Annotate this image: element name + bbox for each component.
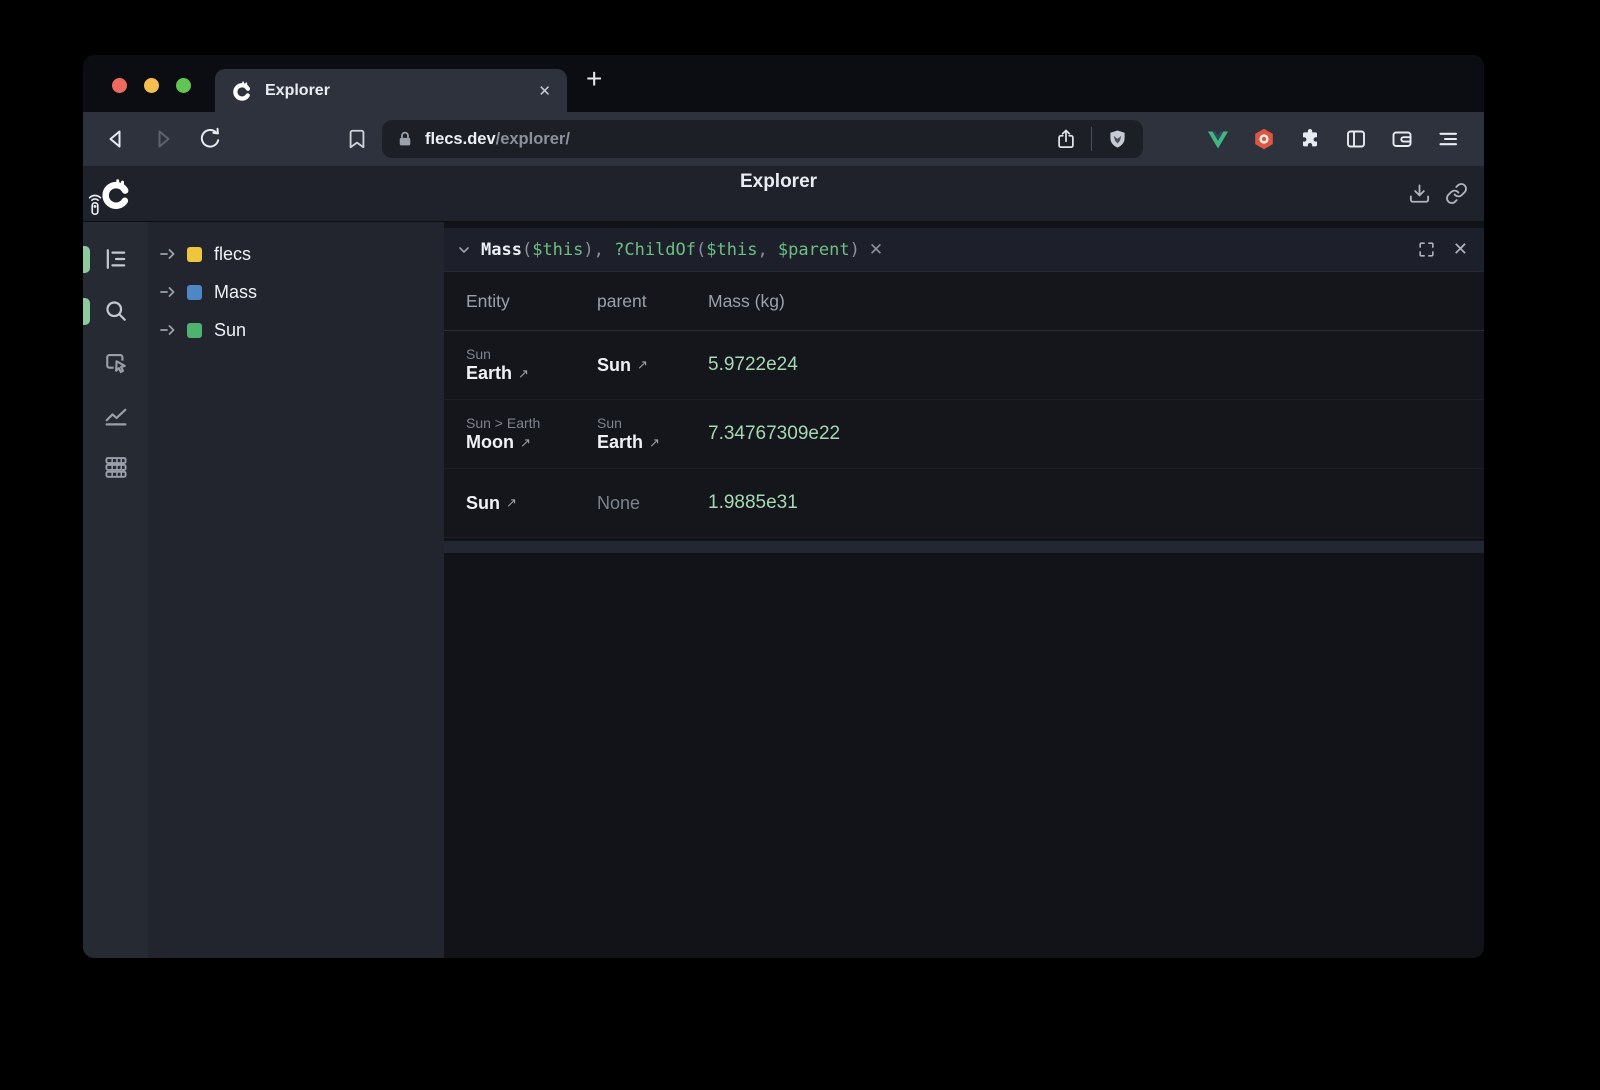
entity-tree-panel: flecs Mass Sun [148, 222, 444, 958]
goto-icon: ↗ [649, 435, 660, 451]
memory-panel-icon[interactable] [101, 452, 131, 482]
explorer-header: Explorer [83, 166, 1484, 222]
toolbar-divider [1091, 127, 1092, 151]
forward-icon[interactable] [148, 124, 178, 154]
browser-tab-explorer[interactable]: Explorer ✕ [215, 69, 567, 112]
goto-icon: ↗ [637, 357, 648, 373]
column-header-mass: Mass (kg) [708, 291, 1484, 312]
search-icon[interactable] [101, 296, 131, 326]
active-panel-indicator-tree [83, 246, 90, 273]
back-icon[interactable] [101, 124, 131, 154]
active-panel-indicator-query [83, 298, 90, 325]
entity-cell: Sun↗ [466, 493, 597, 514]
query-component: Mass [481, 240, 522, 260]
page-title: Explorer [740, 171, 817, 192]
chevron-down-icon[interactable] [456, 242, 472, 258]
goto-icon: ↗ [518, 366, 529, 382]
browser-toolbar: flecs.dev/explorer/ [83, 112, 1484, 166]
expand-arrow-icon[interactable] [160, 324, 178, 336]
browser-window: Explorer ✕ + [83, 55, 1484, 958]
url-host: flecs.dev [425, 130, 496, 149]
entity-link[interactable]: Moon↗ [466, 432, 597, 453]
goto-icon: ↗ [506, 495, 517, 511]
tab-close-icon[interactable]: ✕ [538, 82, 551, 100]
tree-item-flecs[interactable]: flecs [148, 235, 444, 273]
tree-item-sun[interactable]: Sun [148, 311, 444, 349]
lock-icon [396, 130, 414, 148]
entity-cell: Sun > Earth Moon↗ [466, 415, 597, 453]
query-optional-term: ?ChildOf [614, 240, 696, 260]
close-window-button[interactable] [112, 78, 127, 93]
url-path: /explorer/ [496, 130, 570, 149]
table-row: Sun Earth↗ Sun↗ 5.9722e24 [444, 331, 1484, 400]
entity-path: Sun [597, 415, 708, 431]
url-bar[interactable]: flecs.dev/explorer/ [382, 120, 1143, 158]
tree-item-label: Sun [214, 320, 246, 341]
wallet-icon[interactable] [1390, 127, 1414, 151]
query-header: Mass($this), ?ChildOf($this, $parent) ✕ … [444, 228, 1484, 272]
entity-link[interactable]: Sun↗ [466, 493, 597, 514]
brave-shield-icon[interactable] [1106, 128, 1129, 151]
fullscreen-icon[interactable] [1417, 240, 1436, 259]
stats-chart-icon[interactable] [101, 400, 131, 430]
parent-cell: Sun Earth↗ [597, 415, 708, 453]
column-header-entity: Entity [466, 291, 597, 312]
expand-arrow-icon[interactable] [160, 248, 178, 260]
goto-icon: ↗ [520, 435, 531, 451]
minimize-window-button[interactable] [144, 78, 159, 93]
panel-icon-sidebar [83, 222, 148, 958]
reload-icon[interactable] [195, 124, 225, 154]
parent-cell: Sun↗ [597, 355, 708, 376]
inspector-icon[interactable] [101, 348, 131, 378]
menu-icon[interactable] [1436, 127, 1460, 151]
entity-cell: Sun Earth↗ [466, 346, 597, 384]
entity-link[interactable]: Earth↗ [466, 363, 597, 384]
table-row: Sun↗ None 1.9885e31 [444, 469, 1484, 538]
entity-path: Sun > Earth [466, 415, 597, 431]
parent-cell: None [597, 493, 708, 514]
table-footer-bar [444, 541, 1484, 553]
bookmark-icon[interactable] [342, 124, 372, 154]
entity-link[interactable]: Earth↗ [597, 432, 708, 453]
mass-value: 7.34767309e22 [708, 423, 1484, 445]
parent-none-value: None [597, 493, 708, 514]
entity-color-swatch [187, 247, 202, 262]
tree-panel-icon[interactable] [101, 244, 131, 274]
mass-value: 1.9885e31 [708, 492, 1484, 514]
query-expression[interactable]: Mass($this), ?ChildOf($this, $parent) [481, 240, 860, 260]
query-clear-icon[interactable]: ✕ [869, 240, 883, 260]
tree-item-label: flecs [214, 244, 251, 265]
new-tab-button[interactable]: + [586, 63, 602, 95]
sidebar-toggle-icon[interactable] [1344, 127, 1368, 151]
panel-close-icon[interactable]: ✕ [1453, 239, 1468, 260]
traffic-lights [112, 78, 191, 93]
extensions-puzzle-icon[interactable] [1298, 127, 1322, 151]
column-header-parent: parent [597, 291, 708, 312]
download-icon[interactable] [1408, 182, 1431, 205]
query-results-panel: Mass($this), ?ChildOf($this, $parent) ✕ … [444, 222, 1484, 958]
entity-path: Sun [466, 346, 597, 362]
entity-color-swatch [187, 323, 202, 338]
remote-connection-icon[interactable] [83, 193, 1484, 217]
mass-value: 5.9722e24 [708, 354, 1484, 376]
tab-favicon-flecs-icon [231, 80, 253, 102]
zoom-window-button[interactable] [176, 78, 191, 93]
entity-link[interactable]: Sun↗ [597, 355, 708, 376]
tab-title: Explorer [265, 82, 330, 100]
share-icon[interactable] [1055, 128, 1077, 150]
vue-devtools-icon[interactable] [1206, 127, 1230, 151]
tree-item-mass[interactable]: Mass [148, 273, 444, 311]
expand-arrow-icon[interactable] [160, 286, 178, 298]
link-icon[interactable] [1445, 182, 1468, 205]
extension-icons [1206, 127, 1464, 151]
entity-color-swatch [187, 285, 202, 300]
tree-item-label: Mass [214, 282, 257, 303]
tab-strip: Explorer ✕ + [83, 55, 1484, 112]
explorer-content: flecs Mass Sun [83, 222, 1484, 958]
result-table-header: Entity parent Mass (kg) [444, 272, 1484, 331]
table-row: Sun > Earth Moon↗ Sun Earth↗ 7.34767309e… [444, 400, 1484, 469]
hexagon-extension-icon[interactable] [1252, 127, 1276, 151]
